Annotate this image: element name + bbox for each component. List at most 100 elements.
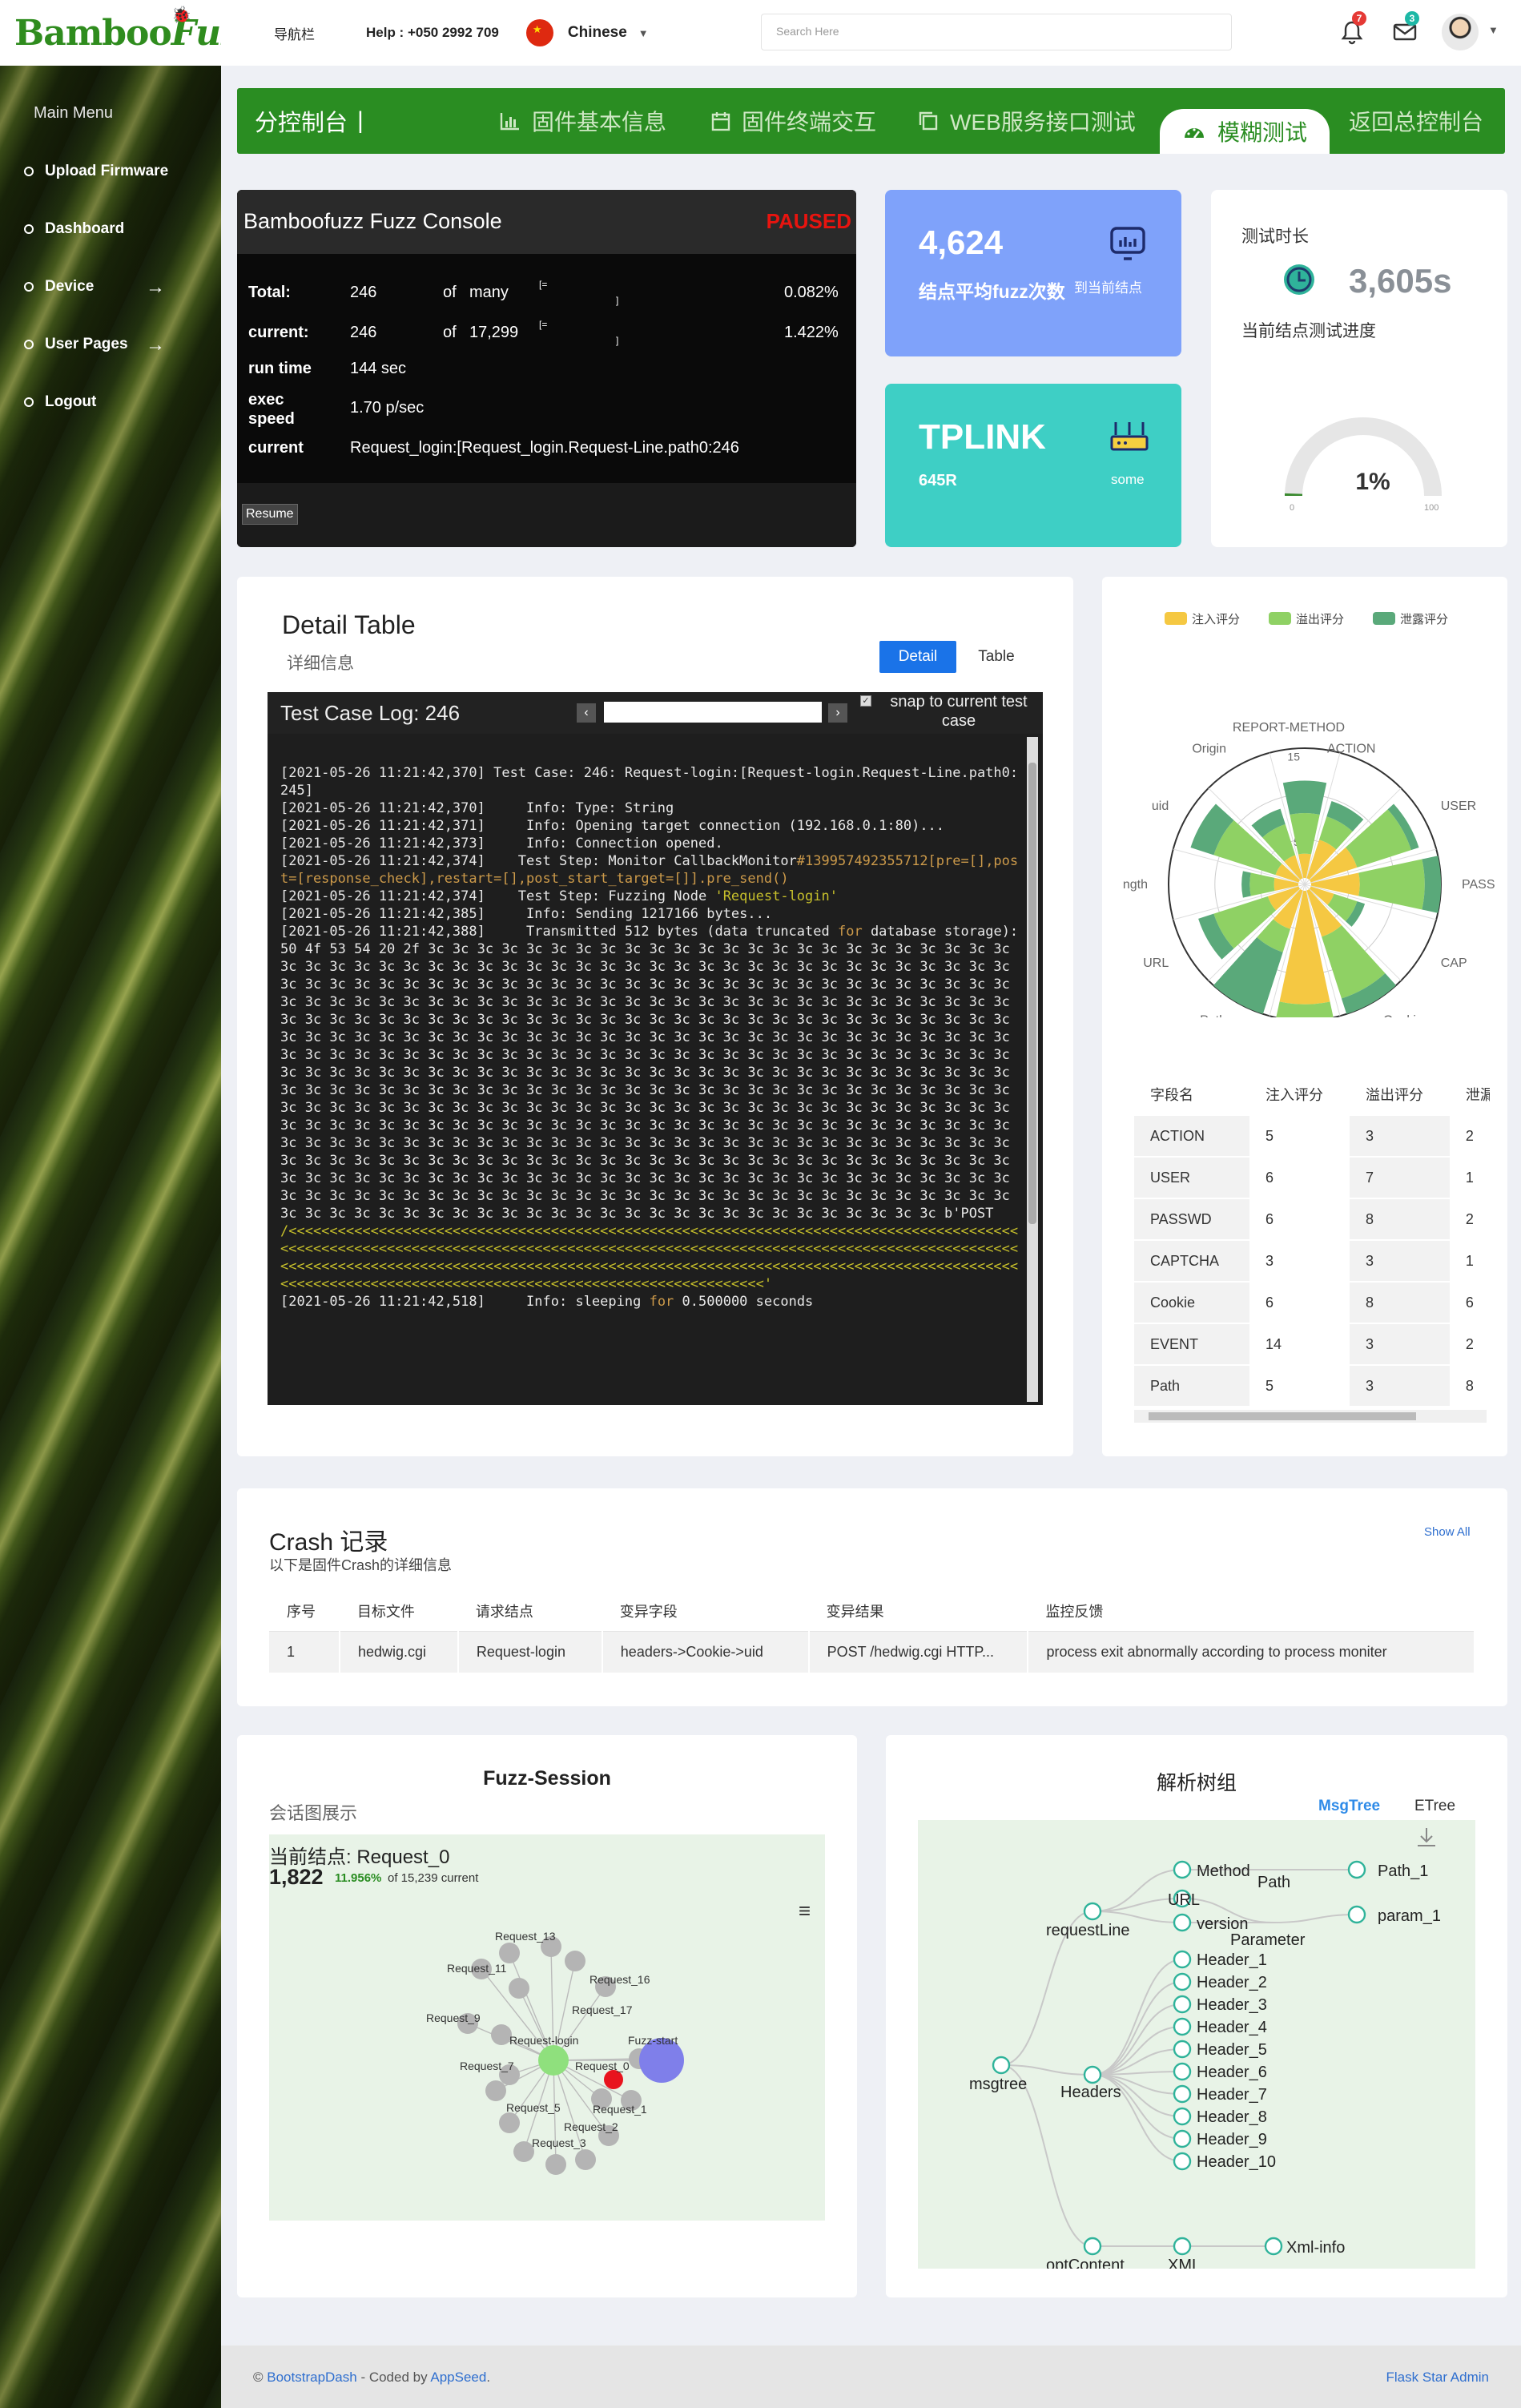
log-line: [2021-05-26 11:21:42,388] Transmitted 51…: [280, 923, 1025, 1222]
bootstrapdash-link[interactable]: BootstrapDash: [267, 2370, 356, 2385]
tree-edge: [1092, 1959, 1183, 2076]
crash-header-cell: 目标文件: [339, 1591, 458, 1632]
tree-node-label: Headers: [1060, 2084, 1121, 2101]
tab-fuzz-test[interactable]: 模糊测试: [1160, 109, 1330, 154]
tree-node-path1[interactable]: [1347, 1860, 1366, 1879]
resume-button[interactable]: Resume: [242, 504, 298, 525]
tab-web-api-test[interactable]: WEB服务接口测试: [918, 88, 1136, 154]
sidebar-item-device[interactable]: Device →: [0, 258, 221, 316]
chevron-left-icon[interactable]: ‹: [577, 703, 596, 723]
tree-node-xml-info[interactable]: [1264, 2237, 1283, 2256]
graph-node[interactable]: [545, 2154, 566, 2175]
device-vendor: TPLINK: [919, 417, 1046, 457]
tree-node-requestline-child[interactable]: [1173, 1913, 1192, 1932]
status-badge: PAUSED: [766, 209, 851, 233]
tab-back-main-console[interactable]: 返回总控制台: [1349, 88, 1483, 154]
tree-node-header[interactable]: [1173, 2040, 1192, 2059]
china-flag-icon[interactable]: ★: [525, 19, 553, 46]
crash-row[interactable]: 1 hedwig.cgi Request-login headers->Cookie-…: [269, 1631, 1475, 1673]
appseed-link[interactable]: AppSeed: [430, 2370, 486, 2385]
table-button[interactable]: Table: [958, 641, 1035, 673]
show-all-link[interactable]: Show All: [1424, 1525, 1471, 1539]
tree-edge: [1092, 2003, 1183, 2076]
table-row[interactable]: PASSWD 6 8 2: [1134, 1198, 1490, 1241]
sidebar-item-dashboard[interactable]: Dashboard: [0, 200, 221, 258]
table-row[interactable]: Cookie 6 8 6: [1134, 1282, 1490, 1324]
tree-node-requestline-child[interactable]: [1173, 1860, 1192, 1879]
graph-node[interactable]: [575, 2149, 596, 2170]
search-input[interactable]: Search Here: [761, 14, 1232, 50]
polar-bar-passwd[interactable]: [1358, 859, 1425, 910]
tab-msgtree[interactable]: MsgTree: [1318, 1798, 1380, 1815]
tree-node-header[interactable]: [1173, 1950, 1192, 1969]
tree-node-param1[interactable]: [1347, 1905, 1366, 1924]
session-title: Fuzz-Session: [483, 1767, 611, 1790]
graph-node[interactable]: [499, 2112, 520, 2133]
tree-node-header[interactable]: [1173, 1995, 1192, 2014]
tree-node-msgtree[interactable]: [992, 2056, 1011, 2075]
tree-node-optcontent[interactable]: [1083, 2237, 1102, 2256]
tab-firmware-terminal[interactable]: 固件终端交互: [711, 88, 876, 154]
legend-swatch[interactable]: [1269, 612, 1291, 625]
tree-node-label: Header_6: [1197, 2064, 1267, 2081]
tree-node-xml[interactable]: [1173, 2237, 1192, 2256]
duration-title: 测试时长: [1241, 228, 1309, 246]
tab-etree[interactable]: ETree: [1414, 1798, 1455, 1815]
nav-label[interactable]: 导航栏: [274, 23, 315, 43]
log-text: [2021-05-26 11:21:42,388] Transmitted 51…: [280, 924, 838, 940]
legend-swatch[interactable]: [1373, 612, 1395, 625]
graph-node[interactable]: [499, 1943, 520, 1963]
graph-node[interactable]: [509, 1978, 529, 1999]
tree-node-header[interactable]: [1173, 2152, 1192, 2171]
tree-node-headers[interactable]: [1083, 2065, 1102, 2084]
polar-bar-length[interactable]: [1241, 871, 1251, 898]
table-cell: 3: [1349, 1365, 1450, 1407]
sidebar-item-logout[interactable]: Logout: [0, 373, 221, 431]
table-row[interactable]: USER 6 7 1: [1134, 1157, 1490, 1199]
graph-node-request-login[interactable]: [538, 2045, 569, 2076]
crash-header-cell: 序号: [269, 1591, 340, 1632]
circle-icon: [24, 340, 34, 349]
detail-button[interactable]: Detail: [879, 641, 956, 673]
sidebar-item-upload[interactable]: Upload Firmware: [0, 143, 221, 200]
tree-node-header[interactable]: [1173, 2084, 1192, 2104]
graph-node-request-0[interactable]: [604, 2070, 623, 2089]
log-scroll-thumb[interactable]: [1028, 763, 1036, 1224]
tree-node-header[interactable]: [1173, 2107, 1192, 2126]
polar-bar-report-method[interactable]: [1282, 780, 1327, 815]
snap-checkbox[interactable]: ✓: [860, 695, 871, 707]
table-row[interactable]: CAPTCHA 3 3 1: [1134, 1240, 1490, 1283]
score-table: 字段名 注入评分 溢出评分 泄漏 ACTION 5 3 2 USER 6 7 1 PASSWD 6 8 2 CA…: [1134, 1073, 1490, 1407]
log-line: [2021-05-26 11:21:42,371] Info: Opening …: [280, 817, 1025, 835]
tree-graph: msgtree requestLine Headers optContent Metho…: [918, 1820, 1475, 2269]
avatar[interactable]: [1442, 14, 1479, 50]
tree-node-header[interactable]: [1173, 2017, 1192, 2036]
tab-firmware-info[interactable]: 固件基本信息: [500, 88, 666, 154]
chevron-down-icon[interactable]: ▼: [1488, 24, 1499, 36]
table-row[interactable]: Path 5 3 8: [1134, 1365, 1490, 1407]
polar-bar-length[interactable]: [1249, 872, 1275, 896]
graph-node[interactable]: [485, 2080, 506, 2101]
tree-node-header[interactable]: [1173, 2129, 1192, 2148]
table-row[interactable]: ACTION 5 3 2: [1134, 1115, 1490, 1158]
flask-star-admin-link[interactable]: Flask Star Admin: [1386, 2370, 1490, 2386]
table-row[interactable]: EVENT 14 3 2: [1134, 1323, 1490, 1366]
polar-bar-passwd[interactable]: [1422, 856, 1441, 913]
total-of-value: many: [469, 284, 509, 301]
table-hscrollbar[interactable]: [1134, 1410, 1487, 1423]
hscroll-thumb[interactable]: [1149, 1412, 1416, 1420]
tree-node-requestline[interactable]: [1083, 1902, 1102, 1921]
chevron-right-icon[interactable]: ›: [828, 703, 847, 723]
tree-node-header[interactable]: [1173, 1972, 1192, 1991]
graph-node[interactable]: [565, 1951, 585, 1971]
language-selector[interactable]: Chinese: [568, 24, 627, 42]
graph-node-label: Request_2: [564, 2120, 618, 2133]
sidebar-item-user-pages[interactable]: User Pages →: [0, 316, 221, 373]
case-number-input[interactable]: [604, 702, 822, 723]
log-scrollbar[interactable]: [1027, 737, 1038, 1402]
chevron-down-icon[interactable]: ▼: [638, 27, 649, 39]
legend-swatch[interactable]: [1165, 612, 1187, 625]
brand-logo[interactable]: BambooFuzz 🐞: [0, 0, 221, 66]
tree-node-header[interactable]: [1173, 2062, 1192, 2081]
console-header: Bamboofuzz Fuzz Console PAUSED: [237, 190, 856, 254]
